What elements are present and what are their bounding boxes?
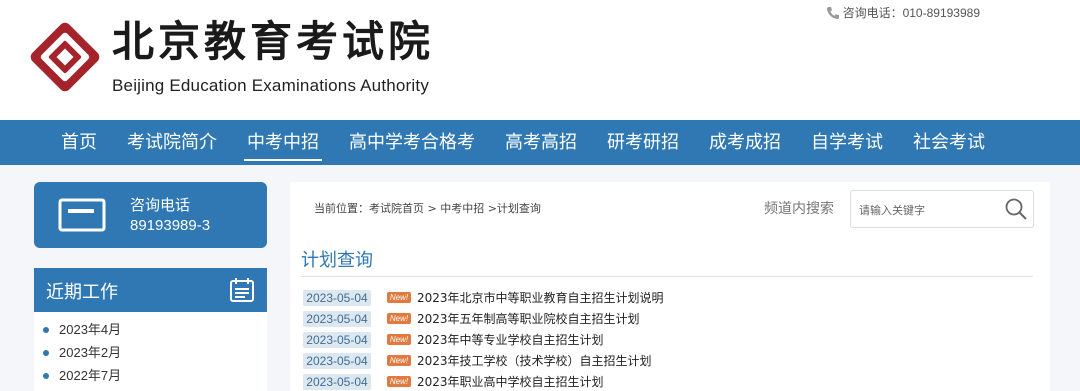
search-box bbox=[850, 190, 1034, 228]
nav-item-home[interactable]: 首页 bbox=[50, 120, 108, 165]
section-divider bbox=[301, 276, 1033, 277]
item-date: 2023-05-04 bbox=[303, 289, 371, 306]
breadcrumb: 当前位置：考试院首页 > 中考中招 >计划查询 bbox=[314, 202, 541, 215]
nav-item-about[interactable]: 考试院简介 bbox=[116, 120, 228, 165]
list-item: 2023-05-04 New! 2023年中等专业学校自主招生计划 bbox=[303, 329, 1043, 350]
new-badge: New! bbox=[387, 313, 411, 324]
site-header: 北京教育考试院 Beijing Education Examinations A… bbox=[0, 0, 1080, 120]
section-title: 计划查询 bbox=[301, 250, 373, 271]
search-label: 频道内搜索 bbox=[764, 201, 834, 217]
item-date: 2023-05-04 bbox=[303, 331, 371, 348]
hotline-text: 咨询电话：010-89193989 bbox=[842, 6, 980, 20]
new-badge: New! bbox=[387, 376, 411, 387]
item-link[interactable]: 2023年北京市中等职业教育自主招生计划说明 bbox=[417, 289, 664, 306]
nav-item-high-school-exam[interactable]: 高中学考合格考 bbox=[338, 120, 486, 165]
nav-item-social-exam[interactable]: 社会考试 bbox=[902, 120, 996, 165]
consult-phone-box: 咨询电话 89193989-3 bbox=[34, 182, 267, 248]
item-link[interactable]: 2023年技工学校（技术学校）自主招生计划 bbox=[417, 352, 652, 369]
item-date: 2023-05-04 bbox=[303, 310, 371, 327]
logo-english-name: Beijing Education Examinations Authority bbox=[112, 76, 430, 95]
nav-item-zhongkao[interactable]: 中考中招 bbox=[236, 120, 330, 165]
list-item: 2023-05-04 New! 2023年五年制高等职业院校自主招生计划 bbox=[303, 308, 1043, 329]
nav-item-graduate-exam[interactable]: 研考研招 bbox=[596, 120, 690, 165]
recent-item[interactable]: 2023年4月 bbox=[34, 318, 267, 341]
item-link[interactable]: 2023年中等专业学校自主招生计划 bbox=[417, 331, 604, 348]
card-icon bbox=[58, 198, 106, 232]
recent-work-list: 2023年4月 2023年2月 2022年7月 bbox=[34, 312, 267, 391]
recent-work-title: 近期工作 bbox=[46, 282, 118, 303]
new-badge: New! bbox=[387, 334, 411, 345]
phone-icon bbox=[826, 6, 839, 19]
recent-item[interactable]: 2022年7月 bbox=[34, 364, 267, 387]
search-input[interactable] bbox=[859, 200, 999, 220]
recent-work-header: 近期工作 bbox=[34, 268, 267, 312]
search-icon[interactable] bbox=[1004, 197, 1028, 221]
main-nav: 首页 考试院简介 中考中招 高中学考合格考 高考高招 研考研招 成考成招 自学考… bbox=[0, 120, 1080, 165]
calendar-icon bbox=[230, 278, 254, 302]
item-link[interactable]: 2023年五年制高等职业院校自主招生计划 bbox=[417, 310, 640, 327]
logo-chinese-name: 北京教育考试院 bbox=[112, 17, 435, 66]
new-badge: New! bbox=[387, 355, 411, 366]
list-item: 2023-05-04 New! 2023年北京市中等职业教育自主招生计划说明 bbox=[303, 287, 1043, 308]
list-item: 2023-05-04 New! 2023年技工学校（技术学校）自主招生计划 bbox=[303, 350, 1043, 371]
plan-list: 2023-05-04 New! 2023年北京市中等职业教育自主招生计划说明 2… bbox=[303, 287, 1043, 391]
nav-item-self-study-exam[interactable]: 自学考试 bbox=[800, 120, 894, 165]
nav-item-adult-exam[interactable]: 成考成招 bbox=[698, 120, 792, 165]
item-link[interactable]: 2023年职业高中学校自主招生计划 bbox=[417, 373, 604, 390]
consult-number: 89193989-3 bbox=[130, 217, 211, 234]
list-item: 2023-05-04 New! 2023年职业高中学校自主招生计划 bbox=[303, 371, 1043, 391]
item-date: 2023-05-04 bbox=[303, 373, 371, 390]
logo-icon[interactable] bbox=[30, 22, 100, 92]
consult-title: 咨询电话 bbox=[130, 196, 191, 214]
hotline: 咨询电话：010-89193989 bbox=[826, 4, 980, 21]
new-badge: New! bbox=[387, 292, 411, 303]
recent-item[interactable]: 2023年2月 bbox=[34, 341, 267, 364]
item-date: 2023-05-04 bbox=[303, 352, 371, 369]
content-panel: 当前位置：考试院首页 > 中考中招 >计划查询 频道内搜索 计划查询 2023-… bbox=[290, 182, 1050, 391]
nav-item-gaokao[interactable]: 高考高招 bbox=[494, 120, 588, 165]
